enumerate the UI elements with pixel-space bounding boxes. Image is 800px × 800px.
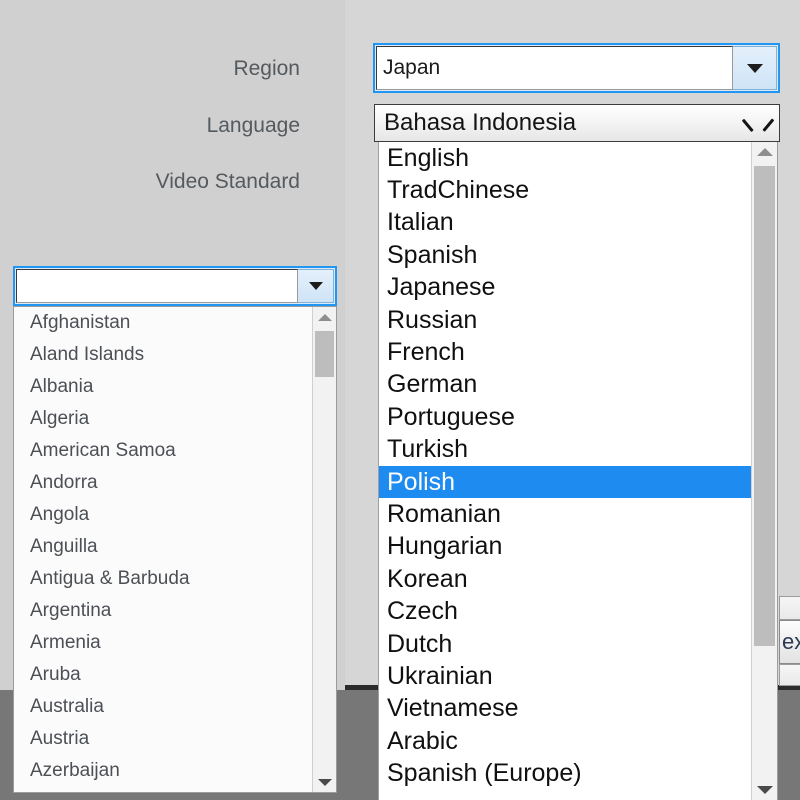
next-button-partial[interactable]: ex xyxy=(779,620,800,664)
language-option[interactable]: Korean xyxy=(379,563,751,595)
region-combobox[interactable]: Japan xyxy=(373,43,780,93)
language-option[interactable]: Spanish xyxy=(379,239,751,271)
language-select[interactable]: Bahasa Indonesia xyxy=(374,104,780,142)
scroll-up-arrow-icon[interactable] xyxy=(752,142,777,162)
edge-panel-strip-top xyxy=(779,596,800,620)
triangle-down-icon xyxy=(309,282,323,290)
country-option[interactable]: Azerbaijan xyxy=(14,755,312,787)
chevron-down-icon xyxy=(747,112,769,134)
country-option[interactable]: Argentina xyxy=(14,595,312,627)
country-dropdown-list[interactable]: AfghanistanAland IslandsAlbaniaAlgeriaAm… xyxy=(13,306,337,793)
language-select-value: Bahasa Indonesia xyxy=(384,109,747,137)
country-option[interactable]: Albania xyxy=(14,371,312,403)
language-option[interactable]: Portuguese xyxy=(379,401,751,433)
language-option[interactable]: Vietnamese xyxy=(379,693,751,725)
label-video-standard: Video Standard xyxy=(60,171,300,192)
scroll-down-arrow-icon[interactable] xyxy=(752,780,777,800)
language-option[interactable]: Arabic xyxy=(379,725,751,757)
country-scrollbar[interactable] xyxy=(312,307,336,792)
region-combobox-drop-button[interactable] xyxy=(733,46,777,90)
country-option[interactable]: Aland Islands xyxy=(14,339,312,371)
country-scrollbar-thumb[interactable] xyxy=(315,331,334,377)
language-option[interactable]: Hungarian xyxy=(379,531,751,563)
country-option[interactable]: Antigua & Barbuda xyxy=(14,563,312,595)
language-scrollbar-thumb[interactable] xyxy=(754,166,775,646)
language-option[interactable]: Ukrainian xyxy=(379,660,751,692)
country-combobox-input[interactable] xyxy=(16,269,298,303)
language-option[interactable]: TradChinese xyxy=(379,174,751,206)
label-language: Language xyxy=(60,115,300,136)
language-dropdown-list[interactable]: EnglishTradChineseItalianSpanishJapanese… xyxy=(378,142,778,800)
country-option[interactable]: American Samoa xyxy=(14,435,312,467)
country-option[interactable]: Andorra xyxy=(14,467,312,499)
country-option[interactable]: Armenia xyxy=(14,627,312,659)
country-option[interactable]: Anguilla xyxy=(14,531,312,563)
country-combobox-drop-button[interactable] xyxy=(298,269,334,303)
language-option[interactable]: German xyxy=(379,369,751,401)
country-option[interactable]: Algeria xyxy=(14,403,312,435)
country-option[interactable]: Aruba xyxy=(14,659,312,691)
language-option-container: EnglishTradChineseItalianSpanishJapanese… xyxy=(379,142,751,800)
language-option[interactable]: Turkish xyxy=(379,434,751,466)
triangle-down-icon xyxy=(747,64,763,73)
region-combobox-input[interactable]: Japan xyxy=(376,46,733,90)
country-option[interactable]: Austria xyxy=(14,723,312,755)
language-option[interactable]: English xyxy=(379,142,751,174)
language-option[interactable]: Japanese xyxy=(379,272,751,304)
language-option[interactable]: Dutch xyxy=(379,628,751,660)
country-option[interactable]: Angola xyxy=(14,499,312,531)
country-option-container: AfghanistanAland IslandsAlbaniaAlgeriaAm… xyxy=(14,307,312,792)
language-option[interactable]: Italian xyxy=(379,207,751,239)
language-option[interactable]: French xyxy=(379,336,751,368)
language-option[interactable]: Romanian xyxy=(379,498,751,530)
next-button-label: ex xyxy=(782,629,800,655)
language-option[interactable]: Spanish (Europe) xyxy=(379,757,751,789)
country-option[interactable]: Australia xyxy=(14,691,312,723)
label-region: Region xyxy=(60,58,300,79)
edge-panel-strip-bottom xyxy=(779,664,800,686)
language-scrollbar[interactable] xyxy=(751,142,777,800)
language-option[interactable]: Russian xyxy=(379,304,751,336)
scroll-up-arrow-icon[interactable] xyxy=(313,307,336,327)
app-background: Region Language Video Standard Japan Bah… xyxy=(0,0,800,800)
country-combobox[interactable] xyxy=(13,266,337,306)
language-option[interactable]: Polish xyxy=(379,466,751,498)
country-option[interactable]: Afghanistan xyxy=(14,307,312,339)
language-option[interactable]: Czech xyxy=(379,595,751,627)
scroll-down-arrow-icon[interactable] xyxy=(313,772,336,792)
